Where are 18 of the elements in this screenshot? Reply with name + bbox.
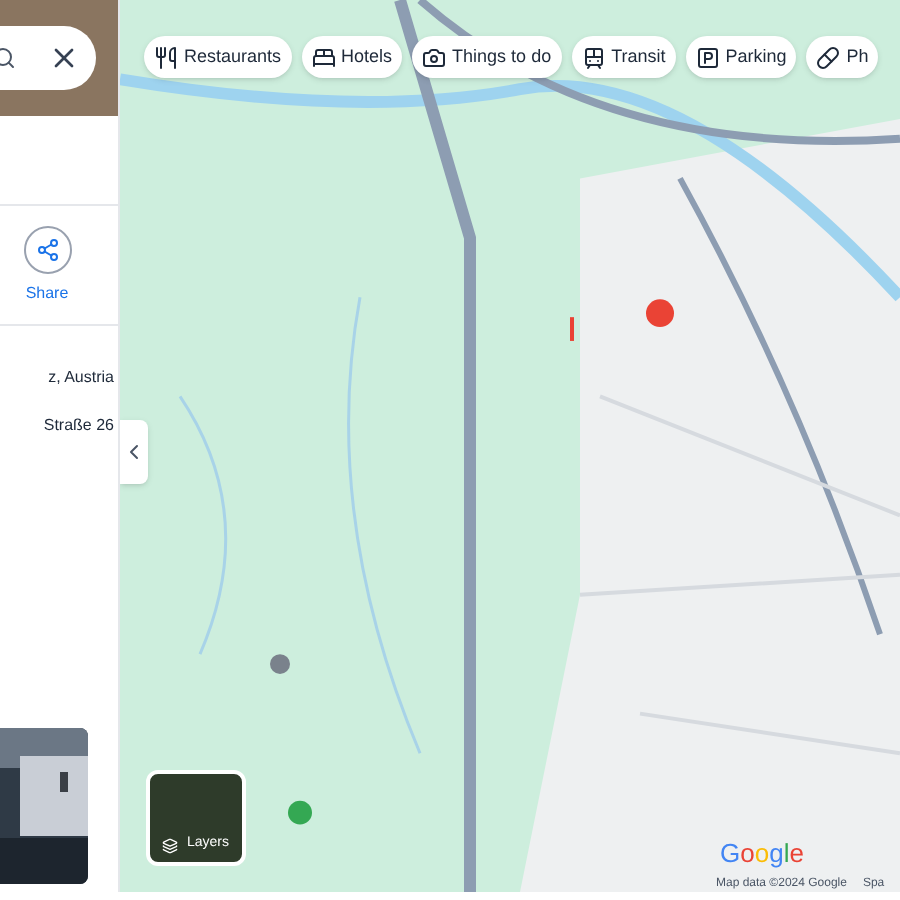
category-chip[interactable]: Parking: [685, 36, 797, 78]
parking-icon: [695, 45, 720, 69]
share-icon: [35, 237, 59, 261]
category-chip[interactable]: Hotels: [301, 36, 403, 78]
bed-icon: [311, 45, 336, 69]
category-chip[interactable]: Things to do: [412, 36, 562, 78]
fork-knife-icon: [154, 45, 178, 69]
category-chip[interactable]: Restaurants: [144, 36, 292, 78]
search-field[interactable]: [0, 26, 96, 90]
google-logo: Google: [720, 836, 804, 872]
street-text: Straße 26: [43, 414, 114, 438]
tram-icon: [581, 45, 606, 69]
collapse-tab[interactable]: [120, 420, 148, 484]
address-text: z, Austria: [48, 366, 114, 390]
layers-icon: [162, 838, 179, 854]
category-chip[interactable]: Transit: [571, 36, 676, 78]
camera-icon: [422, 45, 447, 69]
pill-icon: [816, 45, 841, 69]
